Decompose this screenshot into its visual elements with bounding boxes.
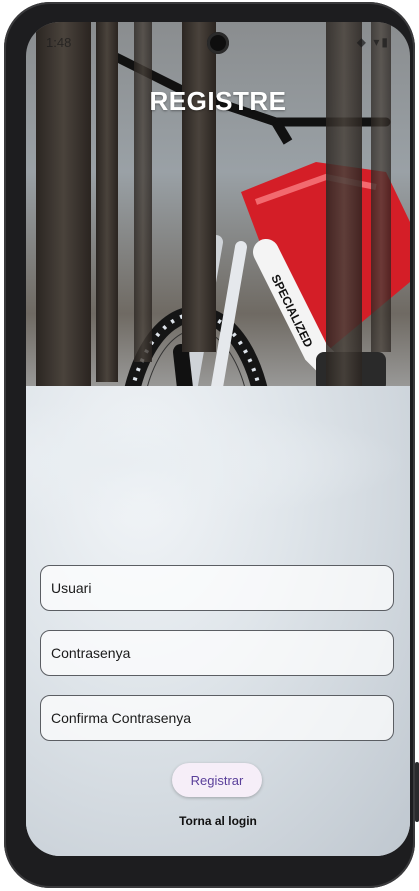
register-button[interactable]: Registrar [172,763,262,797]
page-title: REGISTRE [149,86,287,116]
back-to-login-link[interactable]: Torna al login [26,814,410,828]
front-camera-icon [207,32,229,54]
password-label: Contrasenya [51,645,131,661]
status-icons: ◆ ▾▮ [356,35,390,49]
username-label: Usuari [51,580,92,596]
confirm-password-field[interactable]: Confirma Contrasenya [40,695,394,741]
status-time: 1:48 [46,35,72,50]
volume-button [415,762,419,822]
confirm-password-label: Confirma Contrasenya [51,710,192,726]
username-field[interactable]: Usuari [40,565,394,611]
password-field[interactable]: Contrasenya [40,630,394,676]
phone-frame: SPECIALIZED 1:48 ◆ ▾▮ REGISTRE Usuari Co… [4,2,419,888]
status-bar: 1:48 ◆ ▾▮ [26,22,410,58]
app-screen: SPECIALIZED 1:48 ◆ ▾▮ REGISTRE Usuari Co… [26,22,410,856]
